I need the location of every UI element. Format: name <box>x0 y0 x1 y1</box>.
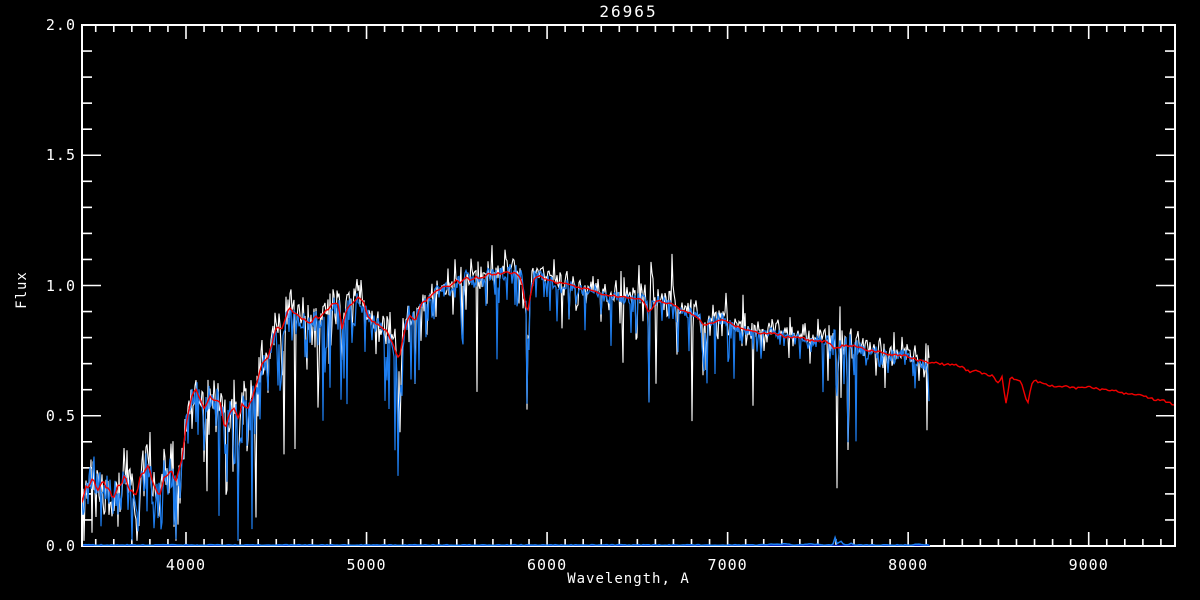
x-tick-label: 6000 <box>527 556 568 574</box>
spectrum-plot-svg <box>81 24 1176 547</box>
spectrum-figure: 26965 Wavelength, A Flux 4000 5000 6000 700… <box>0 0 1200 600</box>
axes-box <box>81 24 1176 547</box>
y-tick-label: 0.0 <box>45 537 76 555</box>
model-template-red-line <box>82 271 1175 503</box>
y-axis-label: Flux <box>14 271 30 309</box>
y-tick-label: 1.5 <box>45 146 76 165</box>
y-tick-label: 2.0 <box>45 16 76 34</box>
x-tick-label: 5000 <box>346 556 387 574</box>
chart-title: 26965 <box>599 2 658 21</box>
observed-spectrum-blue-line <box>82 264 930 541</box>
x-tick-label: 9000 <box>1068 556 1109 574</box>
spectra-group <box>82 245 1175 546</box>
y-tick-label: 1.0 <box>45 276 76 295</box>
axis-ticks <box>82 24 1175 547</box>
y-tick-label: 0.5 <box>45 406 76 425</box>
x-tick-label: 4000 <box>165 556 207 574</box>
x-tick-label: 8000 <box>888 556 929 574</box>
x-tick-label: 7000 <box>707 556 748 574</box>
x-axis-label: Wavelength, A <box>567 571 690 587</box>
sky-zero-line <box>82 535 930 546</box>
